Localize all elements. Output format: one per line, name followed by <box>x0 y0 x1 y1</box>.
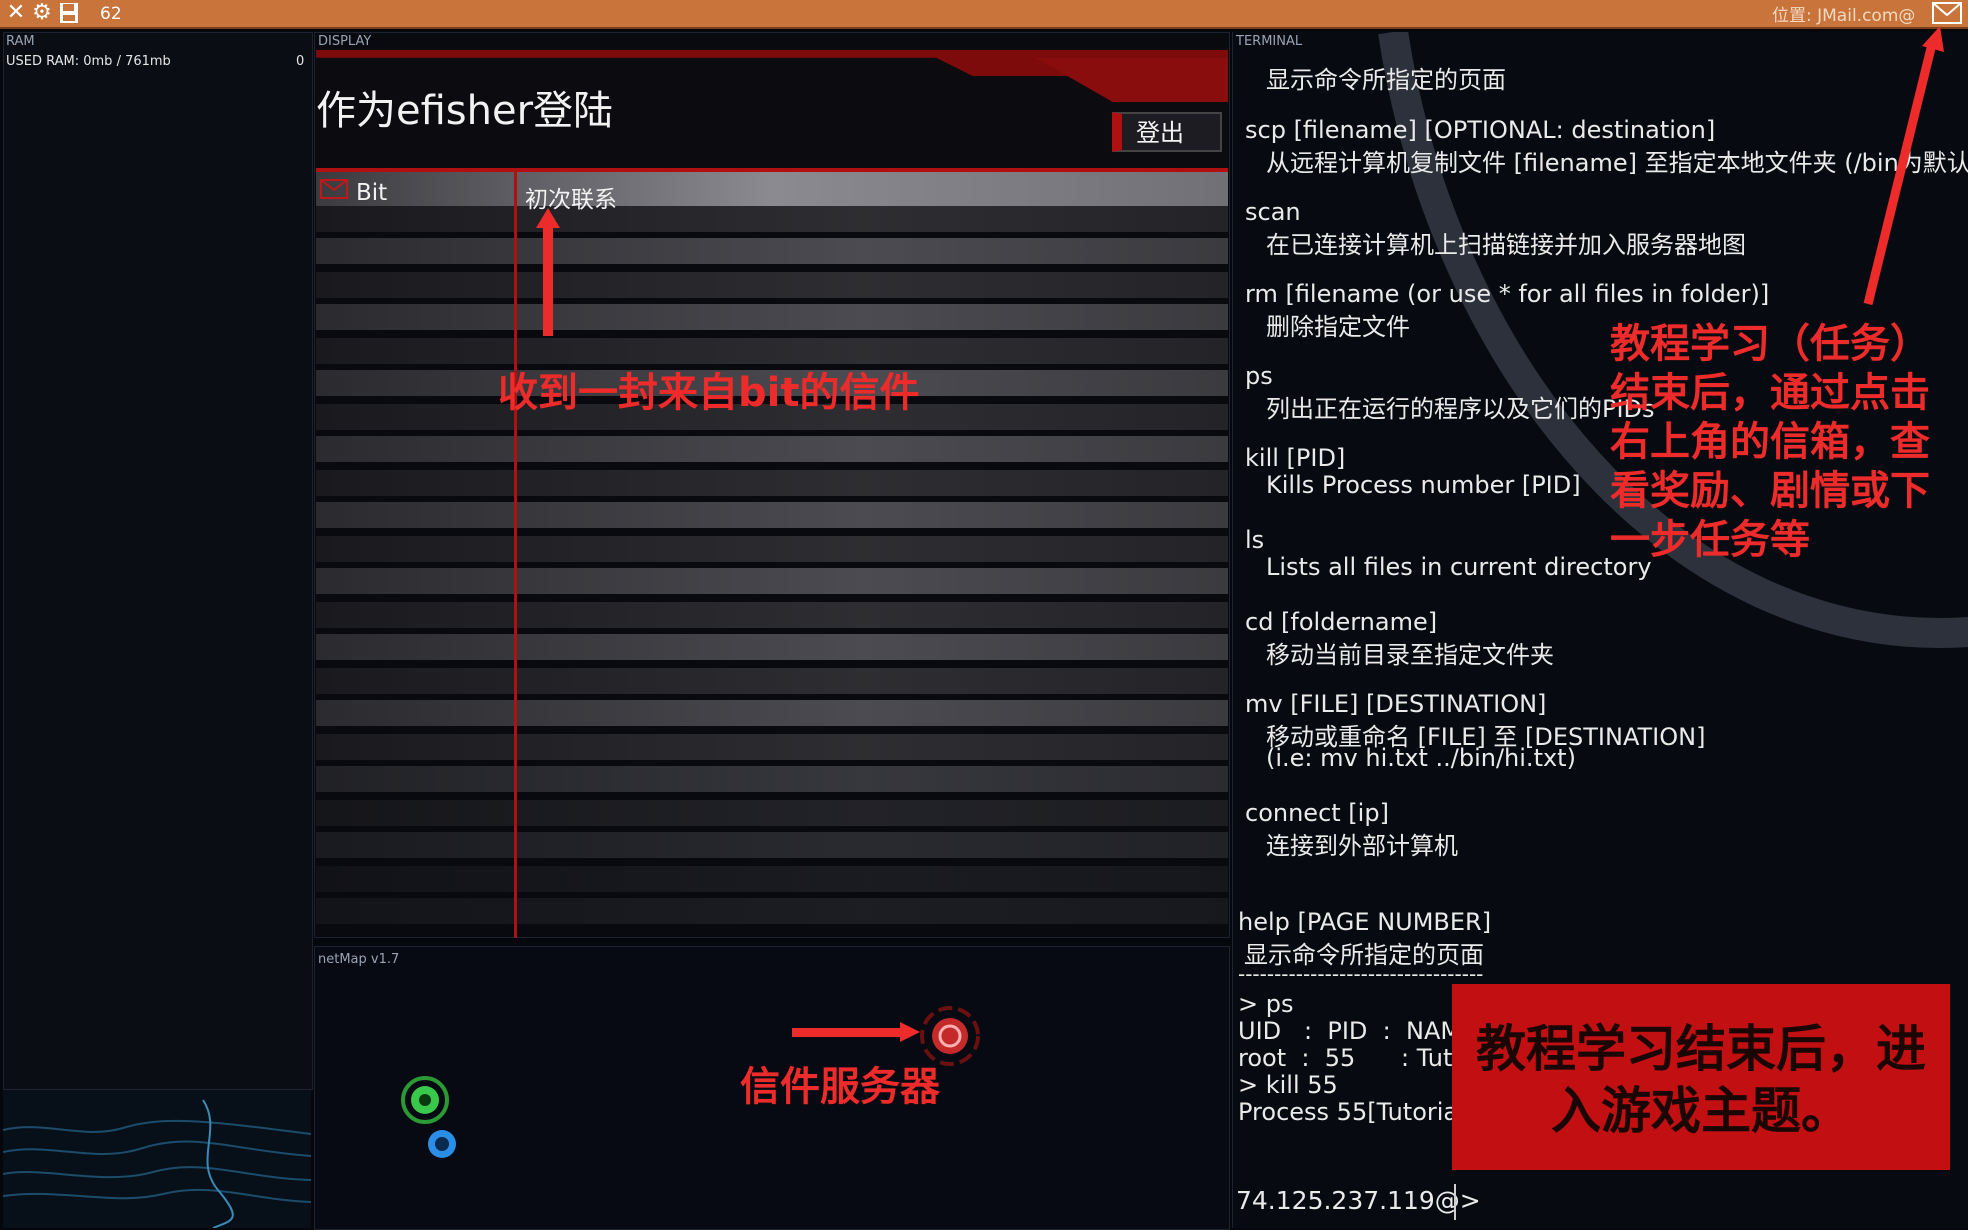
annotation-after-task: 教程学习（任务）结束后，通过点击右上角的信箱，查看奖励、剧情或下一步任务等 <box>1610 321 1930 563</box>
arrow-up-icon <box>536 208 560 336</box>
annotation-mail-received: 收到一封来自bit的信件 <box>498 370 920 416</box>
annotation-mail-server: 信件服务器 <box>740 1064 940 1110</box>
annotation-arrows <box>536 26 1944 1042</box>
arrow-right-icon <box>792 1022 920 1042</box>
arrow-diagonal-icon <box>1863 26 1944 306</box>
